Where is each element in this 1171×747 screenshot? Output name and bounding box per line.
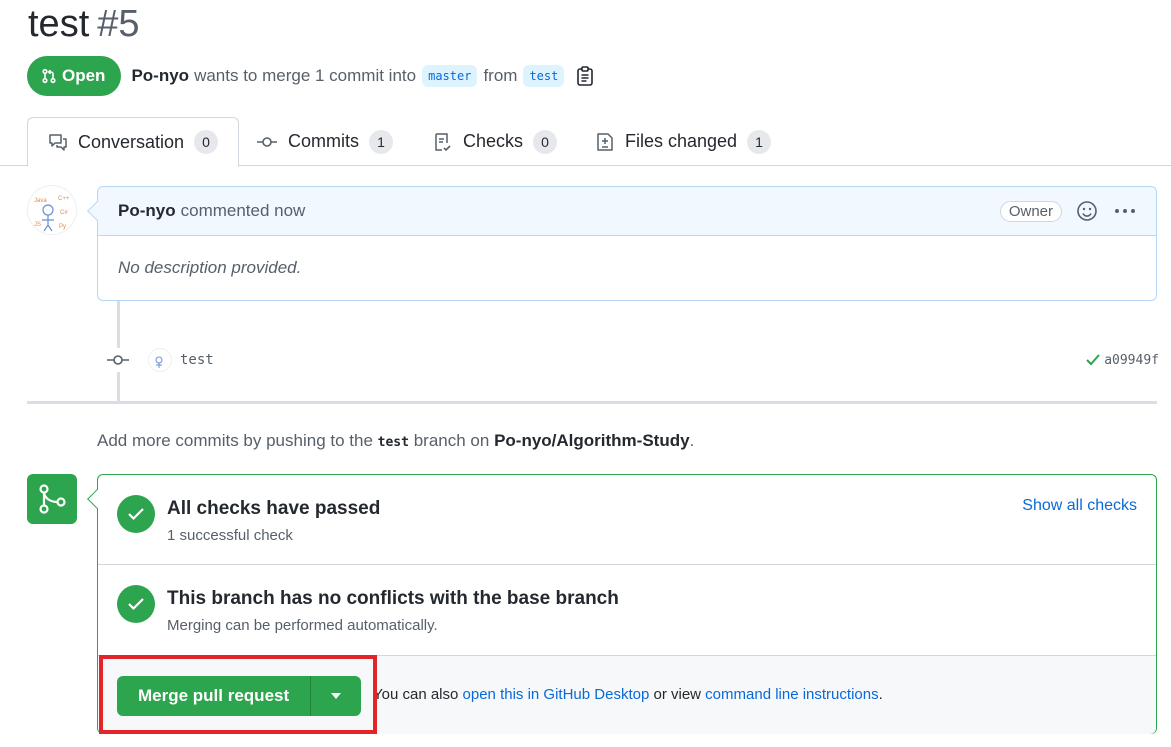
comment-timestamp[interactable]: commented now: [181, 201, 306, 221]
pr-author-link[interactable]: Po-nyo: [131, 66, 189, 86]
svg-text:C++: C++: [58, 196, 70, 202]
copy-icon[interactable]: [576, 66, 594, 86]
hint-prefix: Add more commits by pushing to the: [97, 431, 373, 450]
comment-author-link[interactable]: Po-nyo: [118, 201, 176, 221]
pr-meta: Open Po-nyo wants to merge 1 commit into…: [27, 56, 594, 96]
checks-icon: [435, 132, 451, 151]
conversation-icon: [49, 134, 67, 151]
emoji-reaction-icon[interactable]: [1076, 200, 1098, 222]
tab-conversation-label: Conversation: [78, 131, 185, 152]
timeline-divider: [27, 401, 1157, 404]
tab-files-changed-count: 1: [747, 129, 772, 154]
footer-mid: or view: [653, 686, 701, 703]
status-label: Open: [62, 66, 106, 85]
tab-checks-label: Checks: [463, 131, 524, 151]
hint-repo: Po-nyo/Algorithm-Study: [494, 431, 690, 450]
more-options-icon[interactable]: [1114, 208, 1136, 214]
check-icon[interactable]: [1085, 353, 1101, 367]
tab-files-changed[interactable]: Files changed 1: [595, 117, 772, 166]
checks-title: All checks have passed: [167, 498, 381, 519]
checks-subtitle: 1 successful check: [167, 527, 293, 544]
hint-middle: branch on: [413, 431, 490, 450]
conflicts-title: This branch has no conflicts with the ba…: [167, 588, 619, 609]
commit-row: test a09949f: [106, 346, 1159, 374]
pr-title: test #5: [28, 2, 140, 46]
hint-suffix: .: [689, 431, 695, 450]
footer-suffix: .: [878, 686, 883, 703]
avatar[interactable]: Java C++ C# JS Py: [27, 185, 77, 235]
svg-text:C#: C#: [60, 210, 68, 216]
merge-text: wants to merge 1 commit into: [194, 66, 417, 85]
footer-prefix: You can also: [373, 686, 459, 703]
tab-commits-label: Commits: [288, 131, 359, 151]
commit-node-icon: [106, 348, 130, 372]
pull-request-icon: [42, 68, 56, 84]
show-all-checks-link[interactable]: Show all checks: [1022, 497, 1137, 515]
svg-text:Py: Py: [59, 224, 66, 230]
github-desktop-link[interactable]: open this in GitHub Desktop: [463, 686, 650, 703]
push-hint: Add more commits by pushing to the test …: [97, 431, 694, 451]
from-text: from: [483, 66, 518, 85]
merge-footer-text: You can also open this in GitHub Desktop…: [373, 686, 883, 703]
hint-branch: test: [377, 435, 409, 450]
tab-files-changed-label: Files changed: [625, 131, 738, 151]
tab-conversation-count: 0: [194, 130, 219, 154]
command-line-link[interactable]: command line instructions: [705, 686, 878, 703]
conflicts-subtitle: Merging can be performed automatically.: [167, 617, 438, 634]
comment-box: Po-nyo commented now Owner No descriptio…: [87, 186, 1157, 301]
tab-conversation[interactable]: Conversation 0: [27, 117, 240, 167]
base-branch-label[interactable]: master: [422, 65, 478, 87]
owner-badge: Owner: [999, 200, 1062, 222]
head-branch-label[interactable]: test: [523, 65, 565, 87]
comment-header: Po-nyo commented now Owner: [98, 187, 1156, 236]
checks-passed-icon: [117, 495, 155, 533]
svg-text:JS: JS: [34, 222, 41, 228]
commit-icon: [257, 136, 277, 147]
pr-number: #5: [97, 3, 140, 45]
conflicts-section: This branch has no conflicts with the ba…: [98, 565, 1156, 655]
pr-title-text: test: [28, 3, 90, 45]
commit-sha-link[interactable]: a09949f: [1104, 353, 1159, 368]
no-conflicts-icon: [117, 585, 155, 623]
comment-body: No description provided.: [118, 258, 302, 277]
highlight-box: [99, 655, 377, 734]
tab-checks-count: 0: [533, 129, 558, 154]
svg-text:Java: Java: [34, 198, 47, 204]
tab-checks[interactable]: Checks 0: [433, 117, 558, 166]
file-diff-icon: [597, 132, 613, 151]
commit-message-link[interactable]: test: [180, 352, 214, 368]
status-badge: Open: [27, 56, 122, 96]
checks-section: All checks have passed 1 successful chec…: [98, 475, 1156, 564]
git-merge-icon: [27, 474, 77, 524]
tab-commits[interactable]: Commits 1: [256, 117, 393, 166]
pr-tabs: Conversation 0 Commits 1 Checks 0 Files …: [0, 117, 1171, 167]
tab-commits-count: 1: [369, 129, 393, 154]
commit-author-avatar[interactable]: [148, 348, 172, 372]
commit-sha-group: a09949f: [1085, 353, 1159, 368]
avatar-sketch-icon: Java C++ C# JS Py: [34, 196, 70, 232]
